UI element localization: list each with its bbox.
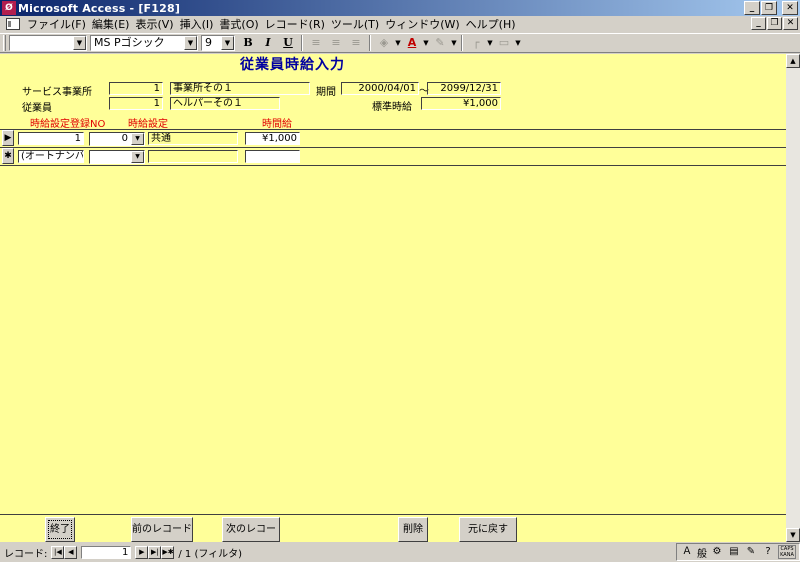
font-color-icon[interactable]: A: [403, 35, 421, 52]
bold-button[interactable]: B: [239, 35, 257, 52]
close-button[interactable]: ✕: [782, 1, 798, 15]
align-center-icon[interactable]: ≡: [327, 35, 345, 52]
document-window-controls: _ ❐ ✕: [751, 17, 798, 30]
ime-toolbar: Ａ 般 ⚙ ▤ ✎ ? CAPS KANA: [676, 543, 800, 561]
new-record-icon[interactable]: ▶✱: [161, 545, 175, 559]
chevron-down-icon[interactable]: ▼: [73, 36, 86, 50]
toolbar-grip[interactable]: [3, 35, 6, 51]
hourly-wage-field-new[interactable]: [245, 150, 300, 163]
restore-button[interactable]: ❐: [761, 1, 777, 15]
setting-code-combo[interactable]: 0 ▼: [89, 132, 145, 146]
ime-settings-icon[interactable]: ⚙: [710, 545, 724, 559]
chevron-down-icon[interactable]: ▼: [131, 151, 144, 163]
window-title: Microsoft Access - [F128]: [18, 1, 181, 15]
scroll-down-icon[interactable]: ▼: [786, 528, 800, 542]
reg-no-field-new[interactable]: (オートナンバー): [18, 150, 84, 163]
record-navigation-bar: レコード: |◀ ◀ 1 ▶ ▶| ▶✱ / 1 (フィルタ) Ａ 般 ⚙ ▤ …: [0, 542, 800, 562]
fill-color-icon[interactable]: ◈: [375, 35, 393, 52]
office-name-field[interactable]: 事業所その１: [170, 82, 310, 95]
close-form-button[interactable]: 終了: [45, 517, 75, 542]
next-record-button[interactable]: 次のレコード: [222, 517, 280, 558]
minimize-button[interactable]: _: [744, 1, 760, 15]
vertical-scrollbar[interactable]: ▲ ▼: [786, 54, 800, 542]
window-controls: _ ❐ ✕: [744, 1, 798, 15]
menu-help[interactable]: ヘルプ(H): [463, 16, 519, 32]
period-label: 期間: [316, 87, 336, 98]
menu-window[interactable]: ウィンドウ(W): [382, 16, 462, 32]
menu-format[interactable]: 書式(O): [216, 16, 261, 32]
italic-button[interactable]: I: [259, 35, 277, 52]
current-record-input[interactable]: 1: [81, 545, 132, 559]
period-from-field[interactable]: 2000/04/01: [341, 82, 419, 95]
delete-button[interactable]: 削除: [398, 517, 428, 542]
record-label: レコード:: [4, 548, 48, 560]
ime-tool-icon[interactable]: ✎: [744, 545, 758, 559]
standard-wage-field[interactable]: ¥1,000: [421, 97, 501, 110]
chevron-down-icon[interactable]: ▼: [221, 36, 234, 50]
title-bar: Ø Microsoft Access - [F128] _ ❐ ✕: [0, 0, 800, 16]
formatting-toolbar: ▼ MS Pゴシック ▼ 9 ▼ B I U ≡ ≡ ≡ ◈ ▼ A ▼ ✎ ▼ ┌ ▼…: [0, 33, 800, 53]
doc-minimize-button[interactable]: _: [751, 17, 766, 30]
column-hourly: 時間給: [262, 119, 292, 130]
object-combo[interactable]: ▼: [9, 35, 87, 51]
ime-pen-icon[interactable]: Ａ: [680, 545, 694, 559]
align-right-icon[interactable]: ≡: [347, 35, 365, 52]
menu-edit[interactable]: 編集(E): [89, 16, 133, 32]
employee-id-field[interactable]: 1: [109, 97, 163, 110]
font-size-combo[interactable]: 9 ▼: [201, 35, 235, 51]
hourly-wage-field[interactable]: ¥1,000: [245, 132, 300, 145]
menu-tools[interactable]: ツール(T): [328, 16, 382, 32]
menu-insert[interactable]: 挿入(I): [177, 16, 217, 32]
chevron-down-icon[interactable]: ▼: [131, 133, 144, 145]
previous-record-button[interactable]: 前のレコード: [131, 517, 193, 542]
record-selector-new[interactable]: ✱: [2, 148, 14, 164]
ime-dictionary-icon[interactable]: ▤: [727, 545, 741, 559]
doc-close-button[interactable]: ✕: [783, 17, 798, 30]
setting-name-field[interactable]: 共通: [148, 132, 238, 145]
prev-record-icon[interactable]: ◀: [64, 545, 78, 559]
next-record-icon[interactable]: ▶: [135, 545, 149, 559]
ime-mode[interactable]: 般: [697, 545, 707, 560]
standard-wage-label: 標準時給: [372, 102, 412, 113]
underline-button[interactable]: U: [279, 35, 297, 52]
last-record-icon[interactable]: ▶|: [148, 545, 162, 559]
font-size-value: 9: [205, 36, 212, 49]
align-left-icon[interactable]: ≡: [307, 35, 325, 52]
access-key-icon: Ø: [2, 1, 16, 15]
line-width-icon[interactable]: ┌: [467, 35, 485, 52]
record-selector-current[interactable]: ▶: [2, 130, 14, 146]
office-label: サービス事業所: [22, 87, 92, 98]
doc-restore-button[interactable]: ❐: [767, 17, 782, 30]
ime-help-icon[interactable]: ?: [761, 545, 775, 559]
caps-kana-indicator: CAPS KANA: [778, 545, 796, 559]
line-color-icon[interactable]: ✎: [431, 35, 449, 52]
menu-file[interactable]: ファイル(F): [24, 16, 89, 32]
chevron-down-icon[interactable]: ▼: [184, 36, 197, 50]
special-effect-icon[interactable]: ▭: [495, 35, 513, 52]
period-to-field[interactable]: 2099/12/31: [427, 82, 501, 95]
form-title: 従業員時給入力: [240, 57, 345, 73]
scroll-up-icon[interactable]: ▲: [786, 54, 800, 68]
setting-name-field-new[interactable]: [148, 150, 238, 163]
menu-bar: ファイル(F) 編集(E) 表示(V) 挿入(I) 書式(O) レコード(R) …: [0, 16, 800, 32]
employee-label: 従業員: [22, 103, 52, 114]
setting-code-combo-new[interactable]: ▼: [89, 150, 145, 164]
menu-records[interactable]: レコード(R): [262, 16, 328, 32]
column-setting: 時給設定: [128, 119, 168, 130]
column-reg-no: 時給設定登録NO: [30, 119, 106, 130]
office-id-field[interactable]: 1: [109, 82, 163, 95]
font-name-value: MS Pゴシック: [94, 36, 165, 49]
undo-button[interactable]: 元に戻す: [459, 517, 517, 542]
menu-view[interactable]: 表示(V): [132, 16, 176, 32]
reg-no-field[interactable]: 1: [18, 132, 84, 145]
form-area: 従業員時給入力 サービス事業所 1 事業所その１ 期間 2000/04/01 ～…: [0, 54, 792, 558]
record-total: / 1 (フィルタ): [178, 548, 243, 560]
font-name-combo[interactable]: MS Pゴシック ▼: [90, 35, 198, 51]
employee-name-field[interactable]: ヘルパーその１: [170, 97, 280, 110]
first-record-icon[interactable]: |◀: [51, 545, 65, 559]
form-window-icon[interactable]: [6, 18, 20, 30]
